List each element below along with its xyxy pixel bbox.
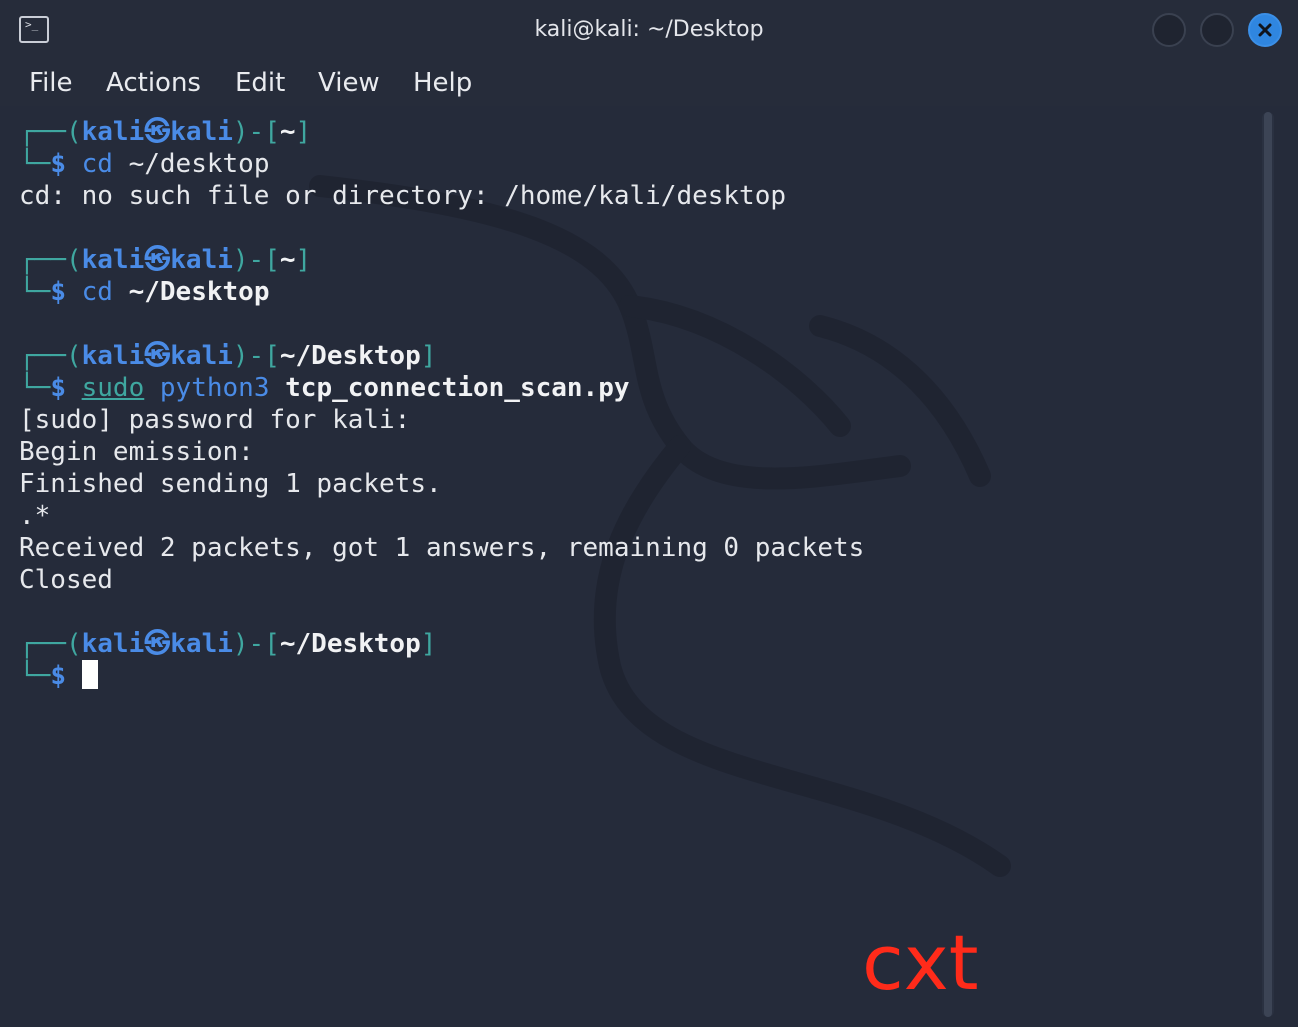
minimize-button[interactable] bbox=[1152, 13, 1186, 47]
watermark: cxt bbox=[862, 918, 979, 1007]
command-line-2: └─$ cd ~/Desktop bbox=[19, 277, 270, 307]
scrollbar[interactable] bbox=[1262, 112, 1274, 1017]
output-line: [sudo] password for kali: bbox=[19, 405, 411, 435]
output-line: .* bbox=[19, 501, 51, 531]
menu-file[interactable]: File bbox=[29, 67, 73, 99]
output-line: Begin emission: bbox=[19, 437, 254, 467]
prompt-line-3: ┌──(kali㉿kali)-[~/Desktop] bbox=[19, 341, 437, 371]
menu-help[interactable]: Help bbox=[413, 67, 472, 99]
close-icon bbox=[1258, 23, 1272, 37]
scrollbar-thumb[interactable] bbox=[1264, 112, 1272, 1017]
menu-actions[interactable]: Actions bbox=[106, 67, 201, 99]
text-cursor bbox=[81, 660, 98, 689]
maximize-button[interactable] bbox=[1200, 13, 1234, 47]
prompt-line-1: ┌──(kali㉿kali)-[~] bbox=[19, 117, 312, 147]
output-line: cd: no such file or directory: /home/kal… bbox=[19, 181, 787, 211]
output-line: Finished sending 1 packets. bbox=[19, 469, 442, 499]
output-line: Received 2 packets, got 1 answers, remai… bbox=[19, 533, 865, 563]
prompt-line-4: ┌──(kali㉿kali)-[~/Desktop] bbox=[19, 629, 437, 659]
menu-edit[interactable]: Edit bbox=[235, 67, 285, 99]
titlebar[interactable]: >_ kali@kali: ~/Desktop bbox=[0, 0, 1298, 60]
kali-dragon-icon bbox=[309, 175, 1011, 877]
terminal-window: >_ kali@kali: ~/Desktop File Actions Edi… bbox=[0, 0, 1298, 1027]
command-line-3: └─$ sudo python3 tcp_connection_scan.py bbox=[19, 373, 630, 403]
command-line-1: └─$ cd ~/desktop bbox=[19, 149, 270, 179]
output-line: Closed bbox=[19, 565, 113, 595]
close-button[interactable] bbox=[1248, 13, 1282, 47]
prompt-line-2: ┌──(kali㉿kali)-[~] bbox=[19, 245, 312, 275]
terminal-area[interactable]: ┌──(kali㉿kali)-[~] └─$ cd ~/desktop cd: … bbox=[0, 106, 1262, 1027]
command-line-4[interactable]: └─$ bbox=[19, 660, 98, 692]
menu-view[interactable]: View bbox=[318, 67, 380, 99]
window-title: kali@kali: ~/Desktop bbox=[534, 17, 764, 42]
menubar: File Actions Edit View Help bbox=[0, 60, 1298, 106]
